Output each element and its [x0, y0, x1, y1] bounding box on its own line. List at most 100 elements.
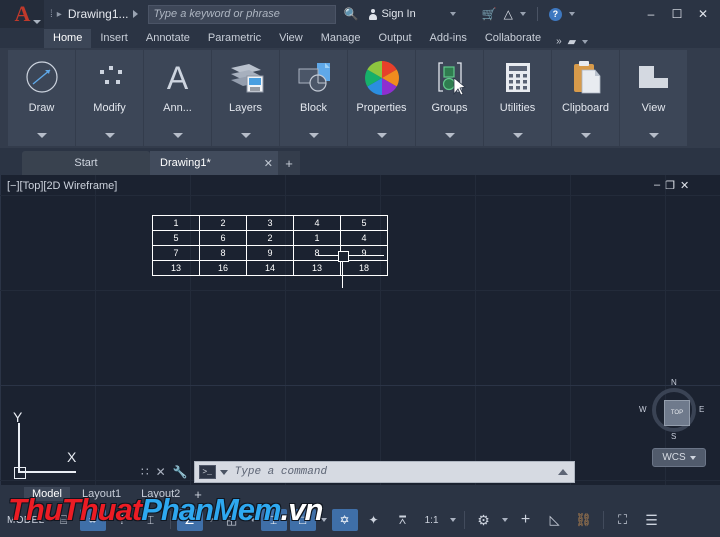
ribbon-display-icon[interactable]: ▰: [568, 35, 576, 48]
command-history-chevron-icon[interactable]: [219, 469, 228, 475]
panel-expand-chevron-icon[interactable]: [512, 133, 523, 138]
viewport-restore-icon[interactable]: ❐: [665, 179, 675, 192]
table-cell[interactable]: 4: [293, 215, 341, 231]
customize-wrench-icon[interactable]: 🔧: [173, 465, 188, 479]
panel-clipboard[interactable]: Clipboard: [552, 50, 619, 146]
table-cell[interactable]: 8: [293, 245, 341, 261]
compass-east-label[interactable]: E: [699, 405, 704, 414]
help-icon[interactable]: ?: [548, 7, 562, 21]
cart-icon[interactable]: 🛒: [482, 7, 497, 21]
hardware-acceleration-icon[interactable]: ⛓: [571, 509, 597, 531]
tab-manage[interactable]: Manage: [312, 29, 370, 48]
hardware-plus-icon[interactable]: +: [513, 509, 539, 531]
panel-block[interactable]: Block: [280, 50, 347, 146]
tab-output[interactable]: Output: [370, 29, 421, 48]
workspace-chevron-icon[interactable]: [501, 518, 508, 522]
panel-layers[interactable]: Layers: [212, 50, 279, 146]
chevron-down-icon[interactable]: [689, 455, 696, 460]
table-cell[interactable]: 2: [199, 215, 247, 231]
file-tab-drawing1[interactable]: Drawing1* ✕: [150, 151, 282, 175]
new-drawing-tab-button[interactable]: +: [278, 151, 300, 175]
view-cube-top-face[interactable]: TOP: [664, 400, 690, 426]
panel-draw[interactable]: Draw: [8, 50, 75, 146]
table-cell[interactable]: 8: [199, 245, 247, 261]
panel-properties[interactable]: Properties: [348, 50, 415, 146]
ribbon-display-chevron-icon[interactable]: [582, 39, 589, 44]
minimize-button[interactable]: –: [638, 0, 664, 28]
table-cell[interactable]: 1: [293, 230, 341, 246]
panel-expand-chevron-icon[interactable]: [308, 133, 319, 138]
application-menu-button[interactable]: A: [0, 0, 44, 28]
annotation-scale-label[interactable]: 1:1: [419, 509, 445, 531]
table-cell[interactable]: 5: [340, 215, 388, 231]
tab-insert[interactable]: Insert: [91, 29, 137, 48]
panel-expand-chevron-icon[interactable]: [376, 133, 387, 138]
table-entity[interactable]: 1 2 3 4 5 5 6 2 1 4 7 8 9 8 9 13 16 14 1…: [152, 215, 388, 276]
command-line-bar[interactable]: ∷ ✕ 🔧 >_ Type a command: [135, 459, 575, 485]
table-row[interactable]: 5 6 2 1 4: [152, 230, 388, 246]
panel-expand-chevron-icon[interactable]: [580, 133, 591, 138]
table-cell[interactable]: 3: [246, 215, 294, 231]
table-cell[interactable]: 13: [293, 260, 341, 276]
ucs-selector[interactable]: WCS: [652, 448, 706, 467]
fullscreen-icon[interactable]: ⛶: [610, 509, 636, 531]
autodesk-chevron-icon[interactable]: [519, 12, 526, 16]
compass-south-label[interactable]: S: [671, 432, 676, 441]
panel-expand-chevron-icon[interactable]: [240, 133, 251, 138]
tab-view[interactable]: View: [270, 29, 312, 48]
panel-groups[interactable]: Groups: [416, 50, 483, 146]
tab-collaborate[interactable]: Collaborate: [476, 29, 550, 48]
close-icon[interactable]: ✕: [156, 465, 166, 479]
viewport-close-icon[interactable]: ✕: [680, 179, 689, 192]
annotation-scale-chevron-icon[interactable]: [449, 518, 456, 522]
table-cell[interactable]: 13: [152, 260, 200, 276]
table-cell[interactable]: 7: [152, 245, 200, 261]
tab-add-ins[interactable]: Add-ins: [421, 29, 476, 48]
dynamic-ucs-toggle[interactable]: ✦: [361, 509, 387, 531]
viewport-label[interactable]: [−][Top][2D Wireframe]: [7, 180, 117, 192]
workspace-gear-icon[interactable]: ⚙: [471, 509, 497, 531]
table-row[interactable]: 13 16 14 13 18: [152, 260, 388, 276]
sign-in-chevron-icon[interactable]: [449, 12, 456, 16]
panel-expand-chevron-icon[interactable]: [104, 133, 115, 138]
qat-overflow-icon[interactable]: ▸: [57, 9, 62, 20]
panel-expand-chevron-icon[interactable]: [172, 133, 183, 138]
panel-expand-chevron-icon[interactable]: [648, 133, 659, 138]
tab-parametric[interactable]: Parametric: [199, 29, 270, 48]
table-cell[interactable]: 1: [152, 215, 200, 231]
tab-home[interactable]: Home: [44, 29, 92, 48]
table-row[interactable]: 7 8 9 8 9: [152, 245, 388, 261]
panel-expand-chevron-icon[interactable]: [444, 133, 455, 138]
osnap-tracking-toggle[interactable]: ✡: [331, 509, 358, 531]
drag-handle-icon[interactable]: ∷: [141, 465, 149, 479]
panel-modify[interactable]: Modify: [76, 50, 143, 146]
table-cell[interactable]: 16: [199, 260, 247, 276]
table-cell[interactable]: 4: [340, 230, 388, 246]
panel-view[interactable]: View: [620, 50, 687, 146]
table-cell[interactable]: 18: [340, 260, 388, 276]
table-cell[interactable]: 9: [246, 245, 294, 261]
ribbon-overflow-icon[interactable]: »: [556, 36, 562, 47]
binoculars-icon[interactable]: 🔍: [344, 7, 359, 21]
autodesk-icon[interactable]: △: [504, 7, 513, 21]
view-cube[interactable]: TOP N S W E: [639, 378, 704, 441]
search-input[interactable]: Type a keyword or phrase: [147, 4, 336, 24]
table-cell[interactable]: 2: [246, 230, 294, 246]
customization-menu-icon[interactable]: ☰: [639, 509, 665, 531]
chevron-down-icon[interactable]: [33, 20, 41, 24]
command-expand-icon[interactable]: [558, 469, 568, 475]
close-button[interactable]: ✕: [690, 0, 716, 28]
help-chevron-icon[interactable]: [568, 12, 575, 16]
viewport-minimize-icon[interactable]: –: [654, 179, 660, 192]
panel-utilities[interactable]: Utilities: [484, 50, 551, 146]
command-input[interactable]: >_ Type a command: [193, 461, 575, 483]
sign-in-button[interactable]: Sign In: [369, 8, 416, 20]
compass-west-label[interactable]: W: [639, 405, 647, 414]
maximize-button[interactable]: ☐: [664, 0, 690, 28]
tab-annotate[interactable]: Annotate: [137, 29, 199, 48]
table-cell[interactable]: 6: [199, 230, 247, 246]
compass-north-label[interactable]: N: [671, 378, 677, 387]
document-menu-icon[interactable]: [132, 10, 138, 18]
panel-expand-chevron-icon[interactable]: [36, 133, 47, 138]
table-cell[interactable]: 5: [152, 230, 200, 246]
